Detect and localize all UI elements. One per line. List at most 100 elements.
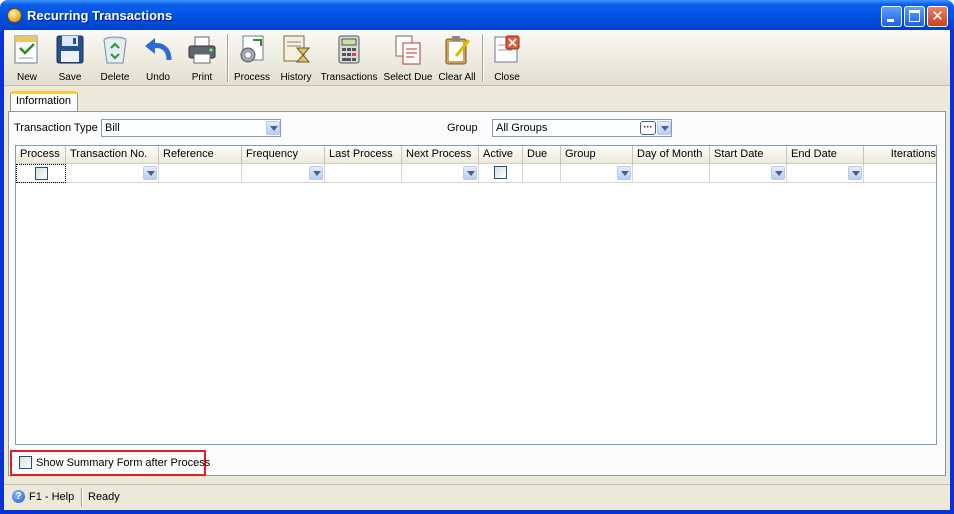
group-select[interactable]: All Groups ···	[492, 119, 672, 137]
clear-all-button[interactable]: Clear All	[436, 32, 478, 84]
title-bar[interactable]: Recurring Transactions ✕	[0, 0, 954, 30]
undo-button[interactable]: Undo	[140, 32, 176, 84]
column-header-day-of-month[interactable]: Day of Month	[633, 146, 710, 164]
transactions-calculator-icon	[338, 35, 360, 64]
chevron-down-icon[interactable]	[266, 121, 280, 135]
history-hourglass-icon	[283, 35, 311, 63]
status-divider	[81, 488, 83, 507]
chevron-down-icon[interactable]	[771, 166, 785, 180]
transactions-button[interactable]: Transactions	[320, 32, 378, 84]
window: Recurring Transactions ✕ New Save Delete…	[0, 0, 954, 514]
process-cell[interactable]	[16, 164, 66, 183]
toolbar-separator	[482, 34, 484, 82]
transaction-type-label: Transaction Type	[14, 122, 98, 134]
history-button[interactable]: History	[276, 32, 316, 84]
select-due-label: Select Due	[383, 72, 433, 83]
print-button[interactable]: Print	[184, 32, 220, 84]
minimize-button[interactable]	[881, 6, 902, 27]
close-button[interactable]: Close	[488, 32, 526, 84]
status-text: Ready	[88, 491, 120, 503]
undo-arrow-icon	[145, 38, 172, 61]
chevron-down-icon[interactable]	[657, 121, 671, 135]
column-header-reference[interactable]: Reference	[159, 146, 242, 164]
due-cell[interactable]	[523, 164, 561, 183]
close-window-button[interactable]: ✕	[927, 6, 948, 27]
close-icon: ✕	[931, 8, 944, 25]
chevron-down-icon[interactable]	[309, 166, 323, 180]
maximize-icon	[909, 10, 920, 22]
active-cell[interactable]	[479, 164, 523, 183]
recurring-transactions-grid: Process Transaction No. Reference Freque…	[15, 145, 937, 445]
transaction-type-value: Bill	[105, 122, 120, 134]
frequency-cell[interactable]	[242, 164, 325, 183]
group-label: Group	[447, 122, 478, 134]
next-process-cell[interactable]	[402, 164, 479, 183]
column-header-end-date[interactable]: End Date	[787, 146, 864, 164]
chevron-down-icon[interactable]	[463, 166, 477, 180]
close-form-icon	[494, 35, 520, 63]
clear-all-label: Clear All	[438, 72, 476, 83]
chevron-down-icon[interactable]	[848, 166, 862, 180]
iterations-cell[interactable]	[864, 164, 936, 183]
close-label: Close	[494, 72, 520, 83]
day-of-month-cell[interactable]	[633, 164, 710, 183]
select-due-documents-icon	[395, 35, 421, 65]
column-header-frequency[interactable]: Frequency	[242, 146, 325, 164]
column-header-next-process[interactable]: Next Process	[402, 146, 479, 164]
column-header-last-process[interactable]: Last Process	[325, 146, 402, 164]
active-checkbox[interactable]	[494, 166, 507, 179]
last-process-cell[interactable]	[325, 164, 402, 183]
save-button[interactable]: Save	[51, 32, 89, 84]
reference-cell[interactable]	[159, 164, 242, 183]
toolbar: New Save Delete Undo Print Process Histo…	[4, 30, 950, 86]
print-label: Print	[191, 72, 213, 83]
process-gears-icon	[240, 35, 264, 63]
process-checkbox[interactable]	[35, 167, 48, 180]
column-header-iterations[interactable]: Iterations	[864, 146, 936, 164]
start-date-cell[interactable]	[710, 164, 787, 183]
chevron-down-icon[interactable]	[617, 166, 631, 180]
new-button[interactable]: New	[8, 32, 46, 84]
transaction-no-cell[interactable]	[66, 164, 159, 183]
delete-label: Delete	[100, 72, 130, 83]
process-label: Process	[233, 72, 271, 83]
show-summary-option[interactable]: Show Summary Form after Process	[10, 450, 210, 476]
show-summary-checkbox[interactable]	[19, 456, 32, 469]
column-header-transaction-no[interactable]: Transaction No.	[66, 146, 159, 164]
tab-information-label: Information	[16, 95, 72, 107]
column-header-due[interactable]: Due	[523, 146, 561, 164]
chevron-down-icon[interactable]	[143, 166, 157, 180]
column-header-active[interactable]: Active	[479, 146, 523, 164]
new-document-icon	[14, 35, 38, 64]
window-title: Recurring Transactions	[27, 8, 173, 23]
tab-information[interactable]: Information	[10, 91, 78, 111]
minimize-icon	[887, 19, 894, 22]
ellipsis-button[interactable]: ···	[640, 121, 656, 135]
floppy-disk-icon	[56, 35, 84, 64]
printer-icon	[188, 36, 216, 64]
transaction-type-select[interactable]: Bill	[101, 119, 281, 137]
recycle-bin-icon	[103, 36, 127, 64]
select-due-button[interactable]: Select Due	[382, 32, 434, 84]
group-value: All Groups	[496, 122, 548, 134]
transactions-label: Transactions	[320, 72, 378, 83]
new-label: New	[16, 72, 37, 83]
column-header-start-date[interactable]: Start Date	[710, 146, 787, 164]
toolbar-separator	[227, 34, 229, 82]
grid-header: Process Transaction No. Reference Freque…	[16, 146, 936, 164]
help-icon[interactable]: ?	[12, 490, 25, 503]
help-shortcut[interactable]: F1 - Help	[29, 491, 74, 503]
delete-button[interactable]: Delete	[95, 32, 135, 84]
group-cell[interactable]	[561, 164, 633, 183]
app-icon	[7, 8, 22, 23]
undo-label: Undo	[146, 72, 170, 83]
end-date-cell[interactable]	[787, 164, 864, 183]
column-header-process[interactable]: Process	[16, 146, 66, 164]
column-header-group[interactable]: Group	[561, 146, 633, 164]
show-summary-label: Show Summary Form after Process	[36, 457, 211, 469]
clear-all-clipboard-icon	[445, 36, 471, 65]
process-button[interactable]: Process	[232, 32, 272, 84]
status-bar: ? F1 - Help Ready	[4, 484, 950, 510]
save-label: Save	[58, 72, 82, 83]
maximize-button[interactable]	[904, 6, 925, 27]
